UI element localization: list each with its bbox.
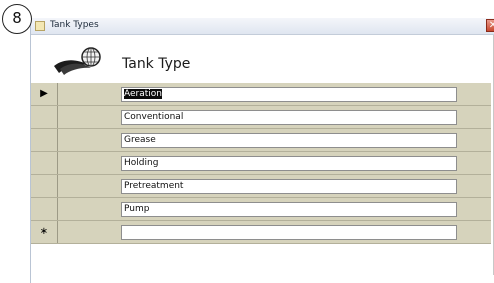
form-icon xyxy=(35,21,45,31)
title-bar[interactable]: Tank Types ✕ xyxy=(31,18,494,35)
tank-type-field[interactable]: Pump xyxy=(121,202,457,217)
tank-type-field[interactable]: Holding xyxy=(121,156,457,171)
globe-swoosh-logo xyxy=(54,47,101,75)
record-selector-new[interactable]: ∗ xyxy=(31,221,58,243)
form-header: Tank Type xyxy=(31,35,494,83)
tank-type-field[interactable]: Grease xyxy=(121,133,457,148)
tank-type-field[interactable]: Pretreatment xyxy=(121,179,457,194)
list-item: Conventional xyxy=(31,106,491,129)
step-number: 8 xyxy=(12,9,22,27)
record-selector[interactable] xyxy=(31,106,58,128)
list-item: Pump xyxy=(31,198,491,221)
record-selector[interactable] xyxy=(31,175,58,197)
close-icon[interactable]: ✕ xyxy=(486,19,494,32)
new-record-row: ∗ xyxy=(31,221,491,244)
record-selector-current[interactable]: ▶ xyxy=(31,83,58,105)
tank-type-field[interactable]: Conventional xyxy=(121,110,457,125)
list-item: ▶ Aeration xyxy=(31,83,491,106)
new-tank-type-field[interactable] xyxy=(121,225,457,240)
record-selector[interactable] xyxy=(31,198,58,220)
record-list: ▶ Aeration Conventional Grease Holding P… xyxy=(31,83,491,244)
list-item: Pretreatment xyxy=(31,175,491,198)
record-selector[interactable] xyxy=(31,129,58,151)
list-item: Holding xyxy=(31,152,491,175)
form-title: Tank Type xyxy=(122,56,191,72)
window-title: Tank Types xyxy=(50,20,99,30)
tank-types-window: Tank Types ✕ Tank Type ▶ Aeration Conven… xyxy=(30,18,494,283)
tank-type-field[interactable]: Aeration xyxy=(121,87,457,102)
record-selector[interactable] xyxy=(31,152,58,174)
list-item: Grease xyxy=(31,129,491,152)
step-callout: 8 xyxy=(2,4,32,34)
selected-text: Aeration xyxy=(124,89,162,99)
